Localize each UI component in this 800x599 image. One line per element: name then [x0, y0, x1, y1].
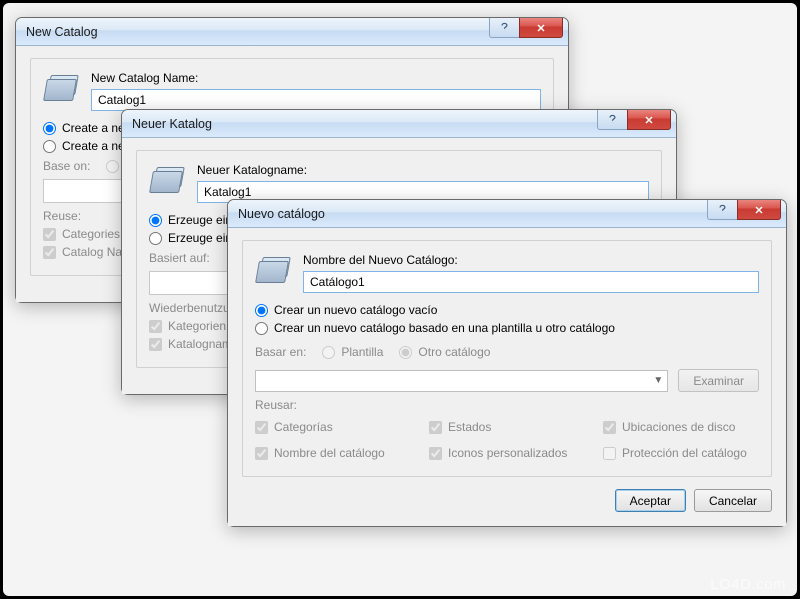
radio-empty[interactable]	[149, 214, 162, 227]
help-icon	[498, 21, 511, 34]
catalog-icon	[43, 71, 79, 107]
chk-catalog-name-label: Katalognam	[168, 337, 232, 351]
radio-empty-label: Crear un nuevo catálogo vacío	[274, 303, 437, 317]
radio-other-label: Otro catálogo	[418, 345, 490, 359]
radio-based-on[interactable]	[255, 322, 268, 335]
radio-template	[106, 160, 119, 173]
help-icon	[716, 203, 729, 216]
base-on-label: Base on:	[43, 159, 90, 173]
browse-button: Examinar	[678, 369, 759, 392]
chk-protection-label: Protección del catálogo	[622, 446, 747, 460]
chk-catalog-name-label: Nombre del catálogo	[274, 446, 385, 460]
dialog-es-nuevo-catalogo: Nuevo catálogo Nombre del Nuevo Catálogo…	[227, 199, 787, 527]
help-button[interactable]	[707, 200, 737, 220]
titlebar[interactable]: Nuevo catálogo	[228, 200, 786, 228]
radio-empty-label: Erzeuge ein	[168, 213, 232, 227]
chk-categories	[43, 228, 56, 241]
catalog-icon	[255, 253, 291, 289]
reuse-label: Reusar:	[255, 398, 297, 412]
radio-other-catalog	[399, 346, 412, 359]
help-button[interactable]	[489, 18, 519, 38]
title-text: Nuevo catálogo	[238, 207, 325, 221]
radio-based-on-label: Erzeuge ein	[168, 231, 232, 245]
name-label: Nombre del Nuevo Catálogo:	[303, 253, 759, 267]
base-on-label: Basar en:	[255, 345, 306, 359]
radio-based-on-label: Crear un nuevo catálogo basado en una pl…	[274, 321, 615, 335]
close-icon	[752, 204, 766, 216]
radio-based-on-label: Create a ne	[62, 139, 125, 153]
cancel-button[interactable]: Cancelar	[694, 489, 772, 512]
chk-states	[429, 421, 442, 434]
catalog-name-input[interactable]	[91, 89, 541, 111]
close-button[interactable]	[627, 110, 671, 130]
titlebar[interactable]: New Catalog	[16, 18, 568, 46]
chk-categories	[149, 320, 162, 333]
chk-disk-loc-label: Ubicaciones de disco	[622, 420, 735, 434]
chk-catalog-name	[43, 246, 56, 259]
radio-template	[322, 346, 335, 359]
radio-empty[interactable]	[255, 304, 268, 317]
close-icon	[642, 114, 656, 126]
chk-states-label: Estados	[448, 420, 491, 434]
chk-categories-label: Categories	[62, 227, 120, 241]
close-button[interactable]	[737, 200, 781, 220]
radio-based-on[interactable]	[149, 232, 162, 245]
chk-icons-label: Iconos personalizados	[448, 446, 567, 460]
help-button[interactable]	[597, 110, 627, 130]
title-text: Neuer Katalog	[132, 117, 212, 131]
base-on-label: Basiert auf:	[149, 251, 210, 265]
titlebar[interactable]: Neuer Katalog	[122, 110, 676, 138]
radio-empty[interactable]	[43, 122, 56, 135]
chk-catalog-name	[149, 338, 162, 351]
name-label: Neuer Katalogname:	[197, 163, 649, 177]
chk-categories	[255, 421, 268, 434]
close-icon	[534, 22, 548, 34]
chk-catalog-protection	[603, 447, 616, 460]
chk-disk-locations	[603, 421, 616, 434]
radio-based-on[interactable]	[43, 140, 56, 153]
catalog-name-input[interactable]	[303, 271, 759, 293]
chevron-down-icon: ▼	[653, 375, 663, 386]
chk-custom-icons	[429, 447, 442, 460]
accept-button[interactable]: Aceptar	[615, 489, 686, 512]
chk-categories-label: Categorías	[274, 420, 333, 434]
reuse-label: Wiederbenutzu	[149, 301, 230, 315]
radio-template-label: Plantilla	[341, 345, 383, 359]
name-label: New Catalog Name:	[91, 71, 541, 85]
catalog-path-combo: ▼	[255, 370, 668, 392]
help-icon	[606, 113, 619, 126]
close-button[interactable]	[519, 18, 563, 38]
chk-categories-label: Kategorien	[168, 319, 226, 333]
reuse-label: Reuse:	[43, 209, 81, 223]
chk-catalog-name	[255, 447, 268, 460]
title-text: New Catalog	[26, 25, 98, 39]
catalog-icon	[149, 163, 185, 199]
radio-empty-label: Create a ne	[62, 121, 125, 135]
